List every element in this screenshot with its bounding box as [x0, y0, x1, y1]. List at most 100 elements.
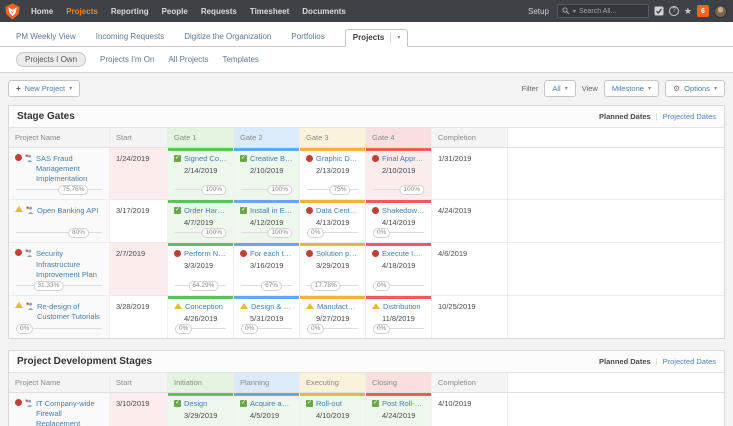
stage-color-bar: [168, 148, 233, 151]
milestone-link[interactable]: Shakedown of ...: [382, 206, 425, 215]
view-dropdown[interactable]: Milestone ▾: [604, 80, 659, 97]
start-date-cell: 1/24/2019: [109, 148, 167, 199]
start-date-cell: 3/10/2019: [109, 393, 167, 426]
milestone-link[interactable]: Execute Implem...: [382, 249, 425, 258]
progress-pill: 67%: [261, 281, 282, 291]
tab-incoming-requests[interactable]: Incoming Requests: [96, 29, 164, 46]
tab-digitize-the-organization[interactable]: Digitize the Organization: [184, 29, 271, 46]
project-name-link[interactable]: Open Banking API: [37, 206, 98, 216]
search-input[interactable]: [579, 8, 644, 15]
progress-line: 0%: [373, 228, 424, 238]
milestone-link[interactable]: Distribution: [383, 302, 421, 311]
nav-item-reporting[interactable]: Reporting: [111, 7, 149, 16]
column-header-gate-4[interactable]: Gate 4: [365, 128, 431, 148]
stage-color-bar: [300, 393, 365, 396]
column-header-start[interactable]: Start: [109, 373, 167, 393]
nav-item-requests[interactable]: Requests: [201, 7, 237, 16]
milestone-link[interactable]: Manufacturing: [317, 302, 359, 311]
project-name-link[interactable]: Security Infrastructure Improvement Plan: [36, 249, 103, 279]
milestone-date: 3/3/2019: [184, 261, 227, 270]
project-name-link[interactable]: IT Company-wide Firewall Replacement: [36, 399, 103, 426]
planned-dates-toggle[interactable]: Planned Dates: [599, 112, 651, 121]
plus-icon: +: [16, 84, 21, 93]
milestone-status-complete-icon: ✓: [174, 400, 181, 407]
workfront-logo-icon[interactable]: [4, 3, 21, 20]
sections-container: Stage GatesPlanned Dates|Projected Dates…: [8, 105, 725, 426]
milestone-link[interactable]: Conception: [185, 302, 223, 311]
milestone-link[interactable]: Order Hardware: [184, 206, 227, 215]
milestone-link[interactable]: Install in East C...: [250, 206, 293, 215]
search-scope-caret-icon[interactable]: ▾: [573, 8, 576, 15]
help-icon[interactable]: ?: [669, 6, 679, 16]
milestone-link[interactable]: Data Center Ins...: [316, 206, 359, 215]
nav-item-home[interactable]: Home: [31, 7, 53, 16]
options-dropdown[interactable]: ⚙ Options ▾: [665, 80, 725, 97]
milestone-link[interactable]: Solution possibi...: [316, 249, 359, 258]
column-header-initiation[interactable]: Initiation: [167, 373, 233, 393]
approvals-check-icon[interactable]: [654, 6, 664, 16]
milestone-link[interactable]: Design & Engin...: [251, 302, 293, 311]
new-project-button[interactable]: + New Project ▾: [8, 80, 80, 97]
projected-dates-toggle[interactable]: Projected Dates: [663, 112, 716, 121]
user-avatar[interactable]: [714, 5, 727, 18]
project-name-link[interactable]: SAS Fraud Management Implementation: [36, 154, 103, 184]
column-header-gate-1[interactable]: Gate 1: [167, 128, 233, 148]
milestone-link[interactable]: Post Roll-out m...: [382, 399, 425, 408]
nav-item-people[interactable]: People: [162, 7, 188, 16]
stage-cell: Shakedown of ...4/14/20190%: [365, 200, 431, 242]
project-name-cell: Open Banking API80%: [9, 200, 109, 242]
toolbar: + New Project ▾ Filter All ▾ View Milest…: [8, 80, 725, 97]
search-box[interactable]: ▾: [557, 4, 649, 18]
milestone-date: 2/10/2019: [250, 166, 293, 175]
filter-dropdown[interactable]: All ▾: [544, 80, 575, 97]
progress-line: 75.76%: [16, 185, 102, 195]
nav-item-timesheet[interactable]: Timesheet: [250, 7, 289, 16]
column-header-start[interactable]: Start: [109, 128, 167, 148]
gear-icon: ⚙: [673, 84, 680, 93]
milestone-link[interactable]: Graphic Design: [316, 154, 359, 163]
milestone-link[interactable]: Design: [184, 399, 207, 408]
column-header-project-name[interactable]: Project Name: [9, 128, 109, 148]
tab-portfolios[interactable]: Portfolios: [291, 29, 324, 46]
nav-item-projects[interactable]: Projects: [66, 7, 98, 16]
column-header-completion[interactable]: Completion: [431, 373, 507, 393]
progress-line: 100%: [175, 185, 226, 195]
notifications-badge[interactable]: 6: [697, 5, 709, 17]
stage-cell: Solution possibi...3/29/201917.78%: [299, 243, 365, 294]
setup-link[interactable]: Setup: [528, 7, 549, 16]
planned-dates-toggle[interactable]: Planned Dates: [599, 357, 651, 366]
column-header-project-name[interactable]: Project Name: [9, 373, 109, 393]
projected-dates-toggle[interactable]: Projected Dates: [663, 357, 716, 366]
column-header-closing[interactable]: Closing: [365, 373, 431, 393]
chevron-down-icon: ▾: [565, 85, 568, 92]
tab-projects-active[interactable]: Projects▾: [345, 29, 409, 47]
milestone-status-late-icon: [306, 207, 313, 214]
milestone-status-late-icon: [372, 250, 379, 257]
tab-dropdown-caret-icon[interactable]: ▾: [397, 34, 400, 41]
milestone-link[interactable]: Creative Brief: [250, 154, 293, 163]
milestone-link[interactable]: Perform Needs ...: [184, 249, 227, 258]
milestone-link[interactable]: Final Approval: [382, 154, 425, 163]
milestone-link[interactable]: Roll-out: [316, 399, 342, 408]
subtab-all-projects[interactable]: All Projects: [168, 55, 208, 64]
subtab-projects-i-own[interactable]: Projects I Own: [16, 52, 86, 67]
progress-pill: 0%: [16, 324, 33, 334]
milestone-link[interactable]: Acquire and dis...: [250, 399, 293, 408]
tab-pm-weekly-view[interactable]: PM Weekly View: [16, 29, 76, 46]
column-header-planning[interactable]: Planning: [233, 373, 299, 393]
section-header: Project Development StagesPlanned Dates|…: [9, 351, 724, 373]
column-header-gate-2[interactable]: Gate 2: [233, 128, 299, 148]
nav-item-documents[interactable]: Documents: [302, 7, 346, 16]
favorites-star-icon[interactable]: ★: [684, 5, 692, 17]
project-status-late-icon: [15, 399, 22, 406]
milestone-date: 9/27/2019: [316, 314, 359, 323]
column-header-executing[interactable]: Executing: [299, 373, 365, 393]
project-name-link[interactable]: Re-design of Customer Tutorials: [37, 302, 103, 322]
milestone-link[interactable]: For each techn...: [250, 249, 293, 258]
subtab-templates[interactable]: Templates: [222, 55, 258, 64]
milestone-link[interactable]: Signed Contract: [184, 154, 227, 163]
column-header-gate-3[interactable]: Gate 3: [299, 128, 365, 148]
column-header-completion[interactable]: Completion: [431, 128, 507, 148]
subtab-projects-i-m-on[interactable]: Projects I'm On: [100, 55, 154, 64]
progress-line: 64.29%: [175, 281, 226, 291]
